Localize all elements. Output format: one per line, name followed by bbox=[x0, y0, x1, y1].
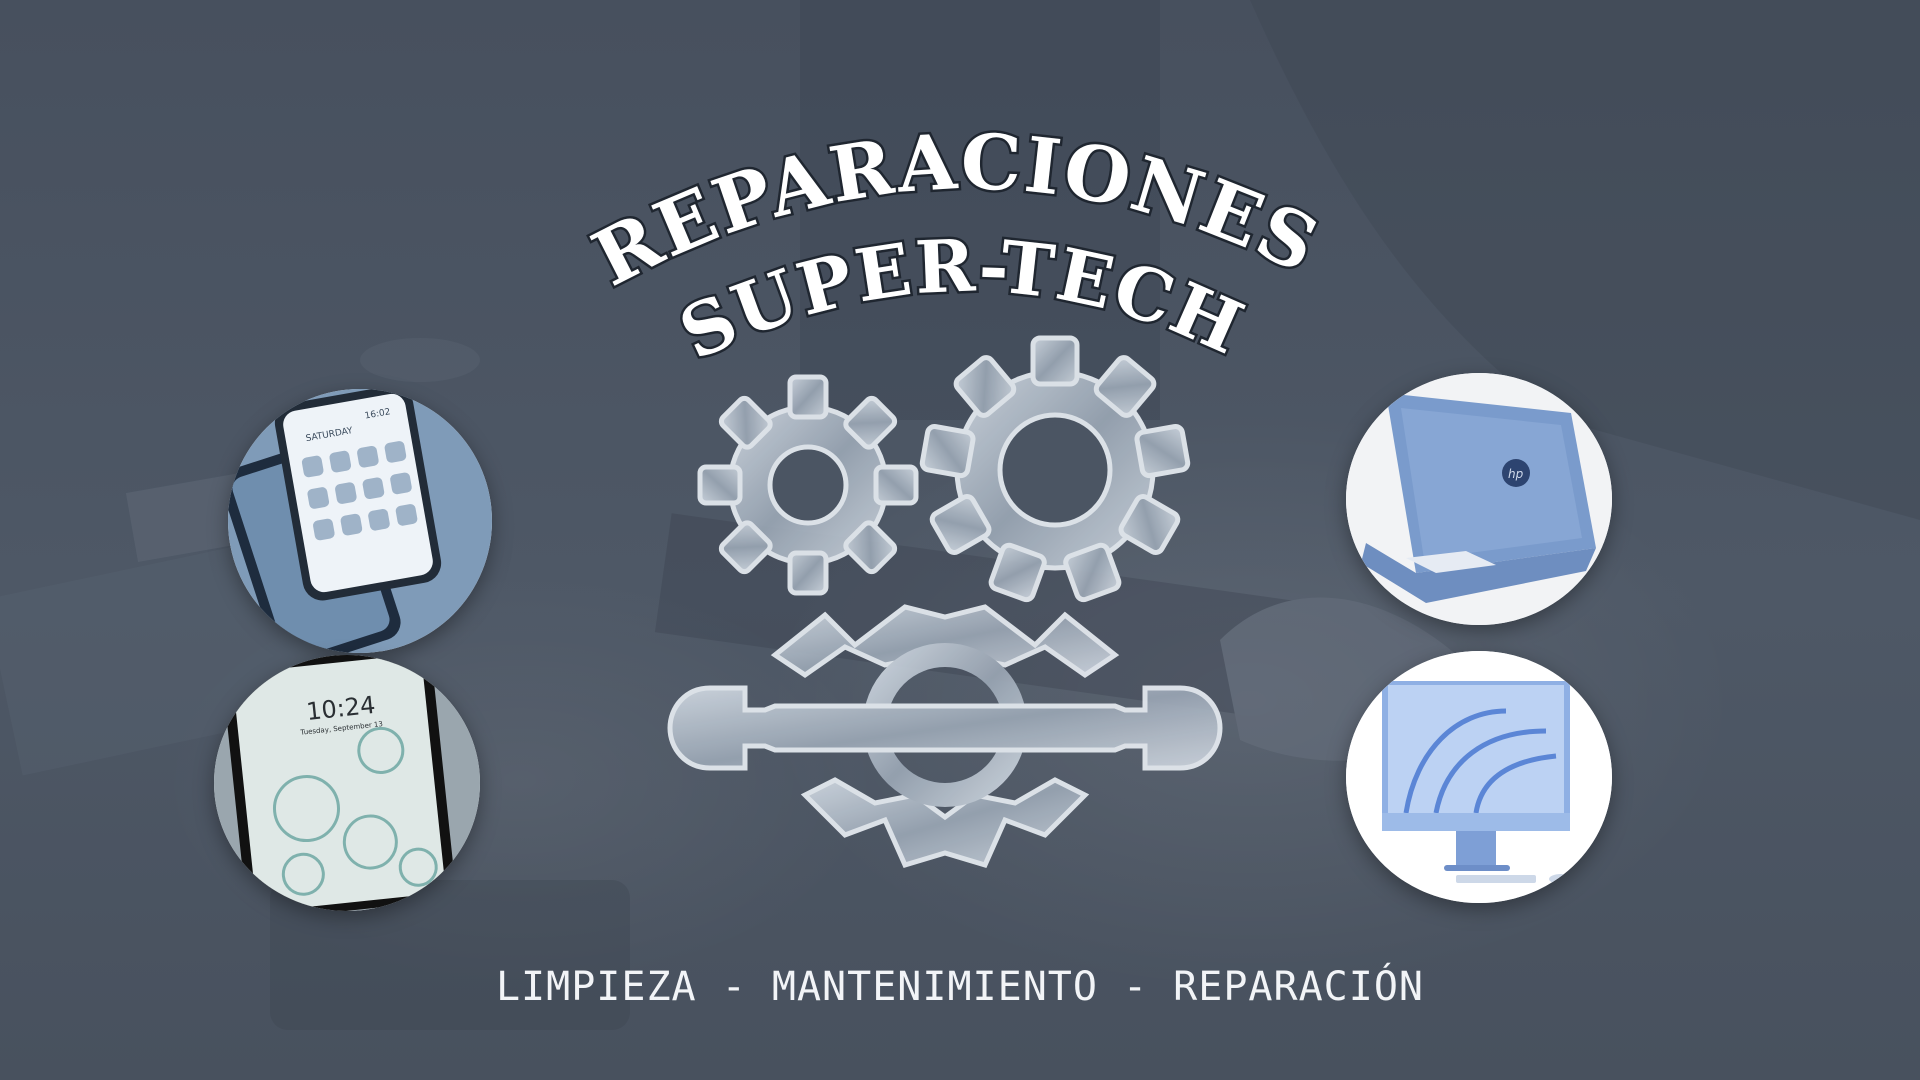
laptop-icon: hp bbox=[1346, 373, 1612, 625]
laptop-image: hp bbox=[1346, 373, 1612, 625]
services-tagline: LIMPIEZA - MANTENIMIENTO - REPARACIÓN bbox=[495, 964, 1425, 1010]
brand-title-line2: SUPER-TECH bbox=[667, 222, 1257, 376]
tablet-image: 10:24 Tuesday, September 13 bbox=[214, 655, 480, 911]
desktop-image bbox=[1346, 651, 1612, 903]
smartphone-icon: SATURDAY 16:02 bbox=[228, 389, 492, 653]
laptop-brand-mark: hp bbox=[1508, 467, 1524, 481]
smartphone-image: SATURDAY 16:02 bbox=[228, 389, 492, 653]
gears-and-wrench-icon bbox=[667, 335, 1223, 869]
tablet-icon: 10:24 Tuesday, September 13 bbox=[214, 655, 480, 911]
desktop-computer-icon bbox=[1346, 651, 1612, 903]
